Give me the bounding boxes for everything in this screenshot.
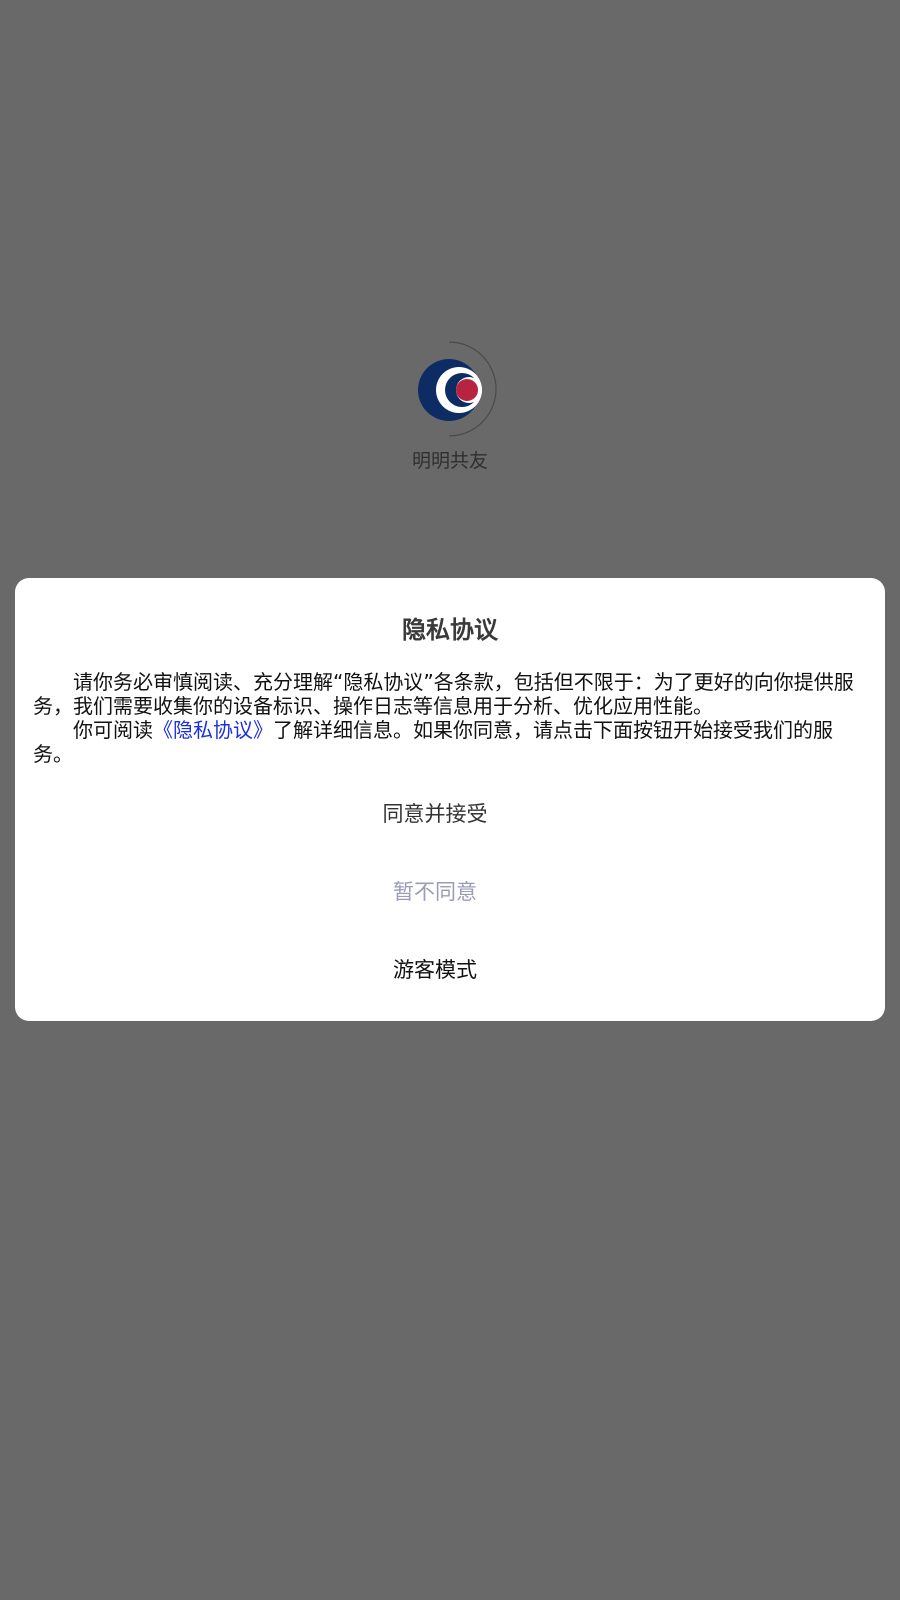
guest-mode-button[interactable]: 游客模式 (0, 942, 870, 998)
paragraph-2-prefix: 你可阅读 (73, 718, 153, 742)
app-name: 明明共友 (411, 450, 488, 472)
app-logo-icon (418, 341, 497, 437)
dialog-title: 隐私协议 (402, 616, 498, 644)
privacy-policy-link[interactable]: 《隐私协议》 (153, 718, 273, 742)
agree-button[interactable]: 同意并接受 (0, 786, 870, 842)
privacy-paragraph-1: 请你务必审慎阅读、充分理解“隐私协议”各条款，包括但不限于：为了更好的向你提供服… (33, 670, 854, 718)
privacy-paragraph-2: 你可阅读《隐私协议》了解详细信息。如果你同意，请点击下面按钮开始接受我们的服务。 (33, 718, 867, 766)
dialog-body: 请你务必审慎阅读、充分理解“隐私协议”各条款，包括但不限于：为了更好的向你提供服… (33, 670, 867, 766)
decline-button[interactable]: 暂不同意 (0, 864, 870, 920)
